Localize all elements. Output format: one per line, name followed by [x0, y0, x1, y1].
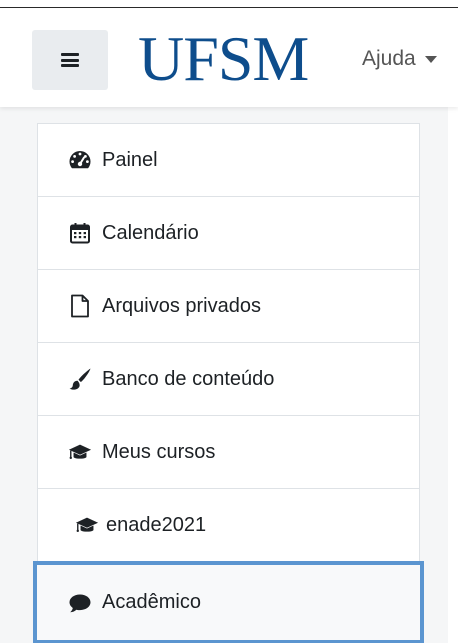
nav-item-label: Banco de conteúdo — [102, 367, 275, 390]
nav-item-label: Painel — [102, 148, 158, 171]
nav-item-label: Arquivos privados — [102, 294, 261, 317]
nav-item-calendario[interactable]: Calendário — [38, 197, 419, 270]
brand-logo[interactable]: UFSM — [138, 23, 309, 95]
file-icon — [68, 294, 92, 318]
nav-item-label: Acadêmico — [102, 591, 201, 613]
nav-item-label: Calendário — [102, 221, 199, 244]
top-navbar: UFSM Ajuda — [0, 9, 458, 107]
hamburger-icon — [61, 53, 79, 67]
nav-item-meus-cursos[interactable]: Meus cursos — [38, 416, 419, 489]
graduation-cap-icon — [68, 440, 92, 464]
nav-item-enade2021[interactable]: enade2021 — [38, 489, 419, 562]
caret-down-icon — [424, 55, 437, 63]
menu-toggle-button[interactable] — [32, 30, 108, 90]
help-menu[interactable]: Ajuda — [362, 47, 437, 71]
dashboard-icon — [68, 148, 92, 172]
graduation-cap-icon — [75, 513, 99, 537]
top-border — [0, 0, 458, 8]
comment-icon — [68, 591, 92, 615]
nav-item-label: Meus cursos — [102, 440, 216, 463]
nav-item-label: enade2021 — [106, 513, 207, 536]
navigation-drawer: Painel Calendário Arquivos privados Banc… — [33, 123, 424, 643]
nav-item-painel[interactable]: Painel — [38, 124, 419, 197]
nav-item-arquivos-privados[interactable]: Arquivos privados — [38, 270, 419, 343]
main-region-edge — [448, 107, 458, 643]
nav-item-banco-de-conteudo[interactable]: Banco de conteúdo — [38, 343, 419, 416]
calendar-icon — [68, 221, 92, 245]
page: UFSM Ajuda Painel Calendário Arquivos pr… — [0, 0, 458, 643]
nav-item-academico[interactable]: Acadêmico — [33, 561, 424, 643]
help-menu-label: Ajuda — [362, 47, 416, 70]
paintbrush-icon — [68, 367, 92, 391]
